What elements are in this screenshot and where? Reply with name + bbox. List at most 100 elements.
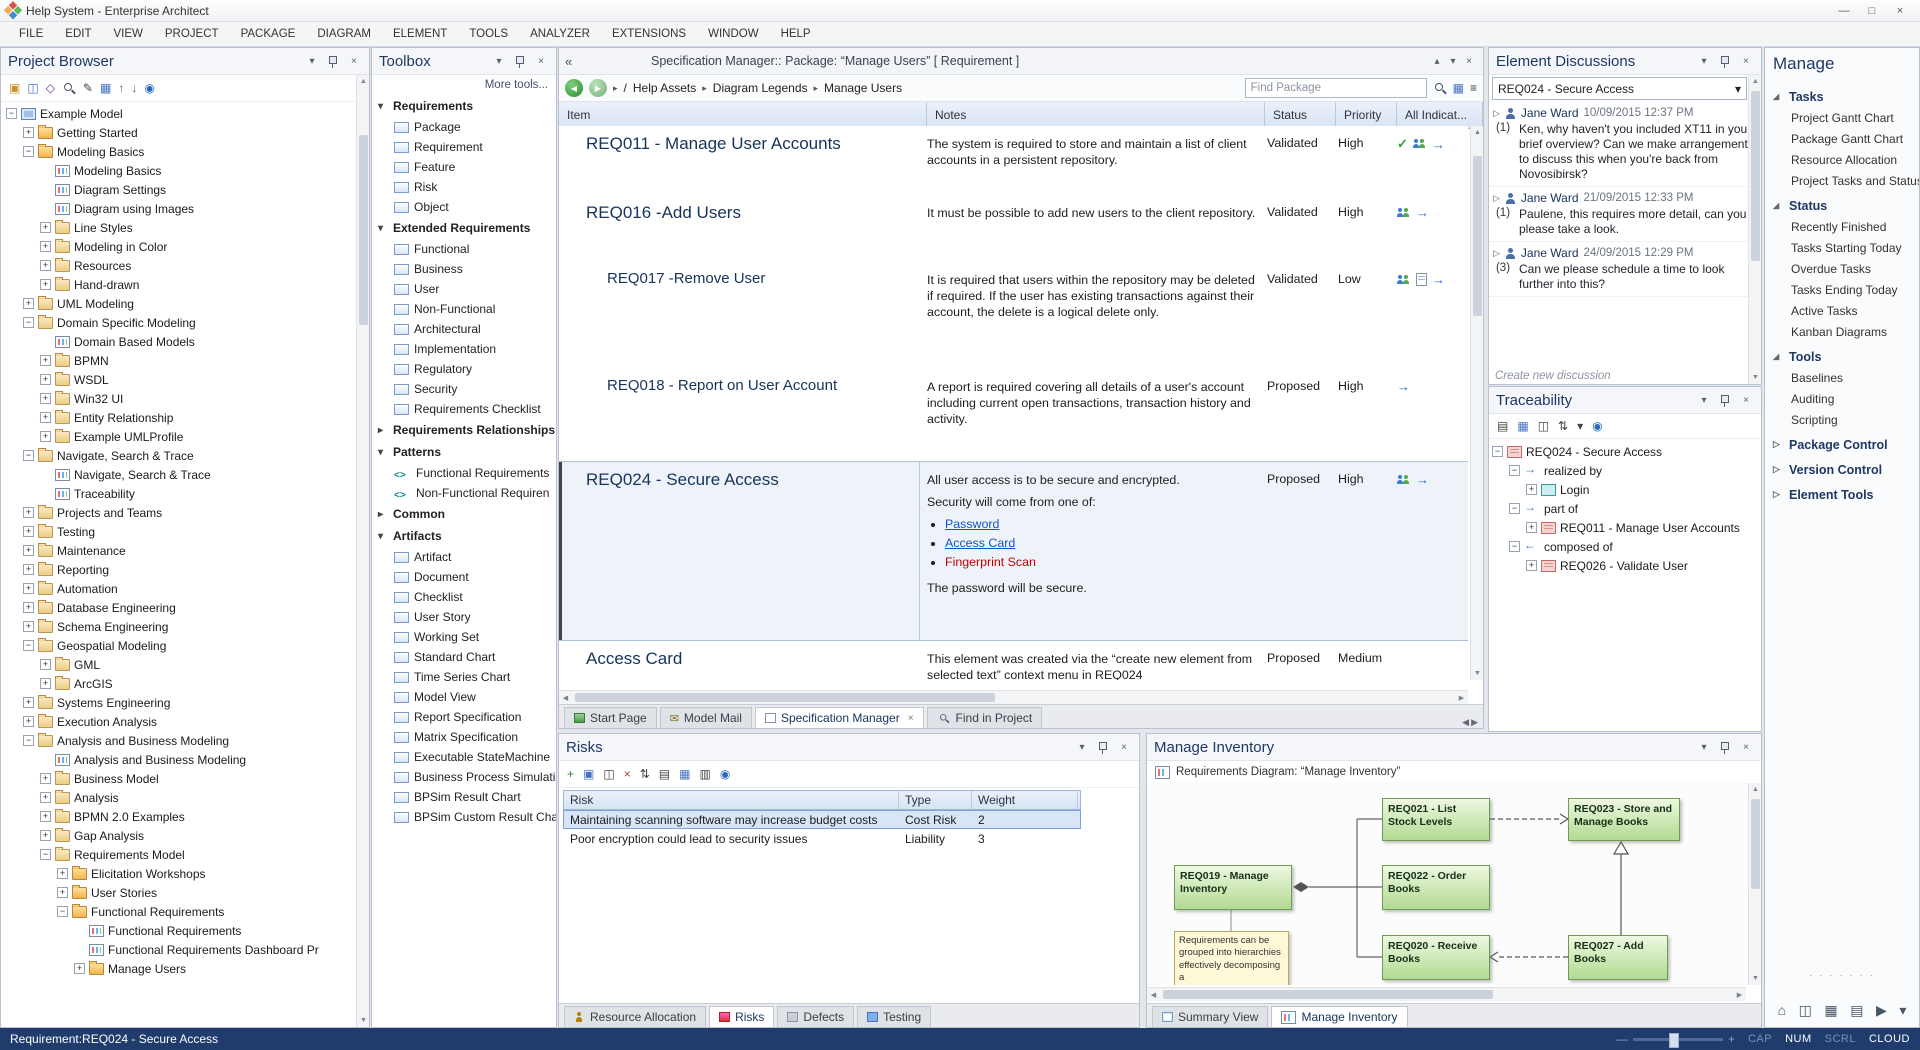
menu-item[interactable]: PROJECT: [154, 22, 230, 46]
windows-icon[interactable]: ◫: [1538, 419, 1549, 433]
expander-icon[interactable]: [57, 887, 68, 898]
expander-icon[interactable]: [23, 127, 34, 138]
chevron-down-icon[interactable]: ▾: [1696, 54, 1712, 69]
toolbox-entry[interactable]: Common: [372, 503, 556, 525]
statusbar-indicator[interactable]: CAP: [1748, 1033, 1772, 1045]
column-status[interactable]: Status: [1265, 102, 1336, 128]
zoom-out-icon[interactable]: —: [1616, 1032, 1628, 1046]
expander-icon[interactable]: [23, 602, 34, 613]
expander-icon[interactable]: [23, 697, 34, 708]
statusbar-indicator[interactable]: SCRL: [1825, 1033, 1856, 1045]
expander-icon[interactable]: [23, 545, 34, 556]
manage-entry[interactable]: Tools: [1765, 346, 1919, 367]
requirement-box[interactable]: REQ023 - Store and Manage Books: [1568, 798, 1680, 841]
expander-icon[interactable]: ▷: [1493, 108, 1500, 119]
tab-resource-allocation[interactable]: Resource Allocation: [564, 1006, 706, 1027]
manage-entry[interactable]: Baselines: [1765, 367, 1919, 388]
access-card-link[interactable]: Access Card: [945, 536, 1015, 550]
manage-entry[interactable]: Resource Allocation: [1765, 149, 1919, 170]
save-icon[interactable]: ▣: [583, 767, 594, 781]
tab-defects[interactable]: Defects: [777, 1006, 854, 1027]
help-icon[interactable]: ◉: [720, 767, 730, 781]
tab-close-icon[interactable]: ×: [908, 713, 914, 724]
tree-item[interactable]: Entity Relationship: [3, 408, 355, 427]
trace-arrow-icon[interactable]: →: [1416, 205, 1429, 220]
requirement-box[interactable]: REQ022 - Order Books: [1382, 865, 1490, 910]
manage-entry[interactable]: Scripting: [1765, 409, 1919, 430]
toolbox-entry[interactable]: Feature: [372, 157, 556, 177]
column-item[interactable]: Item: [559, 102, 927, 128]
tree-item[interactable]: Diagram using Images: [3, 199, 355, 218]
discussion-entry[interactable]: ▷ Jane Ward 21/09/2015 12:33 PM (1) Paul…: [1489, 187, 1761, 242]
menu-item[interactable]: TOOLS: [458, 22, 519, 46]
chevron-down-icon[interactable]: ▾: [1696, 393, 1712, 408]
tree-item[interactable]: Example Model: [3, 104, 355, 123]
toolbox-entry[interactable]: Business Process Simulati: [372, 767, 556, 787]
tabs-scroll-left-icon[interactable]: ◀: [1462, 717, 1469, 728]
toolbox-entry[interactable]: BPSim Result Chart: [372, 787, 556, 807]
tree-item[interactable]: Functional Requirements Dashboard Pr: [3, 940, 355, 959]
scroll-up-icon[interactable]: ▲: [1471, 126, 1484, 139]
element-selector[interactable]: REQ024 - Secure Access ▾: [1492, 77, 1747, 100]
tabs-scroll-right-icon[interactable]: ▶: [1471, 717, 1478, 728]
manage-entry[interactable]: Project Gantt Chart: [1765, 107, 1919, 128]
delete-icon[interactable]: ×: [624, 767, 631, 781]
scroll-up-icon[interactable]: ▲: [1749, 75, 1762, 88]
expander-icon[interactable]: [1526, 522, 1537, 533]
tree-item[interactable]: Gap Analysis: [3, 826, 355, 845]
close-icon[interactable]: ×: [1461, 54, 1477, 69]
close-button[interactable]: ×: [1886, 2, 1914, 20]
scroll-up-icon[interactable]: ▲: [357, 75, 370, 88]
tab-find-in-project[interactable]: Find in Project: [927, 707, 1043, 728]
breadcrumb-root[interactable]: /: [624, 81, 627, 95]
menu-item[interactable]: ELEMENT: [382, 22, 458, 46]
expander-icon[interactable]: [23, 640, 34, 651]
requirement-box[interactable]: REQ019 - Manage Inventory: [1174, 865, 1292, 910]
expander-icon[interactable]: [40, 222, 51, 233]
tree-item[interactable]: GML: [3, 655, 355, 674]
toolbox-entry[interactable]: Working Set: [372, 627, 556, 647]
create-new-discussion-link[interactable]: Create new discussion: [1495, 370, 1747, 384]
expander-icon[interactable]: [23, 564, 34, 575]
help-icon[interactable]: ◉: [1592, 419, 1602, 433]
tree-item[interactable]: Example UMLProfile: [3, 427, 355, 446]
layout-icon[interactable]: ▦: [1824, 1002, 1837, 1019]
tree-item[interactable]: Execution Analysis: [3, 712, 355, 731]
spec-row[interactable]: REQ017 -Remove User It is required that …: [559, 262, 1468, 369]
spec-item-name[interactable]: REQ017 -Remove User: [607, 270, 765, 287]
close-icon[interactable]: ×: [1738, 54, 1754, 69]
trace-item[interactable]: Login: [1489, 480, 1761, 499]
tree-item[interactable]: Navigate, Search & Trace: [3, 465, 355, 484]
tree-item[interactable]: Modeling Basics: [3, 142, 355, 161]
more-tools-link[interactable]: More tools...: [372, 75, 556, 95]
toolbox-entry[interactable]: Executable StateMachine: [372, 747, 556, 767]
horizontal-scrollbar[interactable]: ◀ ▶: [559, 690, 1468, 704]
tree-item[interactable]: Business Model: [3, 769, 355, 788]
toolbox-entry[interactable]: Implementation: [372, 339, 556, 359]
statusbar-indicator[interactable]: CLOUD: [1869, 1033, 1910, 1045]
spec-row[interactable]: REQ011 - Manage User Accounts The system…: [559, 126, 1468, 195]
new-element-icon[interactable]: ◇: [46, 81, 55, 95]
column-indicators[interactable]: All Indicat...: [1397, 102, 1483, 128]
toolbox-entry[interactable]: Standard Chart: [372, 647, 556, 667]
scroll-down-icon[interactable]: ▼: [357, 1014, 370, 1027]
tree-item[interactable]: UML Modeling: [3, 294, 355, 313]
toolbox-entry[interactable]: Patterns: [372, 441, 556, 463]
tree-item[interactable]: BPMN 2.0 Examples: [3, 807, 355, 826]
discussions-icon[interactable]: [1413, 139, 1427, 149]
layout-icon[interactable]: ▦: [100, 81, 111, 95]
toolbox-entry[interactable]: User Story: [372, 607, 556, 627]
column-priority[interactable]: Priority: [1336, 102, 1397, 128]
trace-item[interactable]: REQ011 - Manage User Accounts: [1489, 518, 1761, 537]
scroll-left-icon[interactable]: ◀: [559, 691, 572, 704]
pin-icon[interactable]: [512, 54, 528, 69]
close-icon[interactable]: ×: [1738, 740, 1754, 755]
tab-specification-manager[interactable]: Specification Manager ×: [755, 707, 924, 728]
scroll-down-icon[interactable]: ▼: [1749, 371, 1762, 384]
tab-manage-inventory[interactable]: Manage Inventory: [1271, 1006, 1407, 1027]
manage-entry[interactable]: Auditing: [1765, 388, 1919, 409]
tab-risks[interactable]: Risks: [709, 1006, 774, 1027]
expander-icon[interactable]: [40, 792, 51, 803]
move-up-icon[interactable]: ↑: [118, 81, 124, 95]
trace-item[interactable]: composed of: [1489, 537, 1761, 556]
